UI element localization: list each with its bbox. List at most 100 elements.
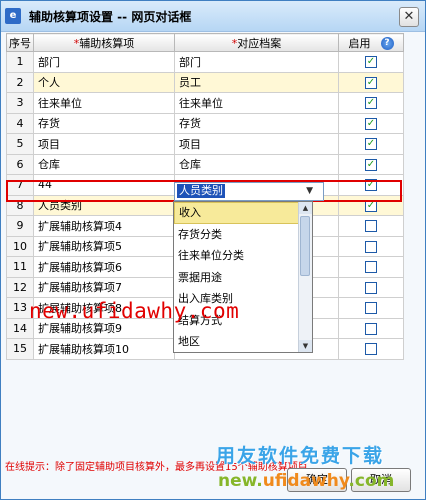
item-cell[interactable]: 44 (33, 174, 175, 196)
item-cell[interactable]: 往来单位 (33, 92, 175, 114)
enabled-checkbox[interactable]: ✓ (365, 97, 377, 110)
enabled-cell[interactable]: ✓ (338, 112, 404, 134)
item-cell[interactable]: 扩展辅助核算项6 (33, 256, 175, 278)
enabled-checkbox[interactable] (365, 220, 377, 233)
archive-dropdown-list[interactable]: 收入存货分类往来单位分类票据用途出入库类别结算方式地区账号 ▲ ▼ (173, 201, 313, 353)
archive-select-value: 人员类别 (177, 184, 225, 198)
enabled-checkbox[interactable] (365, 322, 377, 335)
col-archive-label: 对应档案 (237, 36, 282, 50)
row-index: 11 (6, 256, 34, 278)
enabled-checkbox[interactable]: ✓ (365, 76, 377, 89)
enabled-checkbox[interactable]: ✓ (365, 138, 377, 151)
dropdown-option[interactable]: 往来单位分类 (174, 245, 312, 267)
col-enabled-label: 启用 (348, 36, 371, 50)
item-cell[interactable]: 扩展辅助核算项10 (33, 338, 175, 360)
item-cell[interactable]: 扩展辅助核算项5 (33, 235, 175, 257)
brand-watermark: 用友软件免费下载 new.ufidawhy.com (216, 441, 421, 497)
dropdown-option[interactable]: 票据用途 (174, 267, 312, 289)
enabled-checkbox[interactable]: ✓ (365, 117, 377, 130)
enabled-cell[interactable]: ✓ (338, 194, 404, 216)
enabled-cell[interactable]: ✓ (338, 71, 404, 93)
archive-cell[interactable]: 项目 (174, 133, 339, 155)
enabled-checkbox[interactable]: ✓ (365, 199, 377, 212)
col-item-label: 辅助核算项 (79, 36, 135, 50)
enabled-cell[interactable] (338, 215, 404, 237)
enabled-checkbox[interactable]: ✓ (365, 179, 377, 192)
chevron-down-icon[interactable]: ▼ (306, 186, 313, 196)
enabled-checkbox[interactable] (365, 261, 377, 274)
dialog-title: 辅助核算项设置 -- 网页对话框 (29, 10, 192, 24)
archive-cell[interactable]: 存货 (174, 112, 339, 134)
row-index: 9 (6, 215, 34, 237)
brand-title: 用友软件免费下载 (216, 445, 385, 467)
enabled-cell[interactable]: ✓ (338, 51, 404, 73)
dialog-window: e 辅助核算项设置 -- 网页对话框 ✕ 序号 *辅助核算项 *对应档案 启用?… (0, 0, 426, 500)
enabled-cell[interactable] (338, 256, 404, 278)
enabled-checkbox[interactable]: ✓ (365, 56, 377, 69)
row-index: 5 (6, 133, 34, 155)
item-cell[interactable]: 存货 (33, 112, 175, 134)
enabled-cell[interactable] (338, 276, 404, 298)
col-archive-header: *对应档案 (174, 33, 339, 52)
enabled-cell[interactable]: ✓ (338, 174, 404, 196)
archive-cell[interactable]: 部门 (174, 51, 339, 73)
table-row[interactable]: 4 存货 存货 ✓ (6, 112, 404, 134)
scroll-down-icon[interactable]: ▼ (299, 340, 312, 352)
item-cell[interactable]: 部门 (33, 51, 175, 73)
table-row[interactable]: 2 个人 员工 ✓ (6, 71, 404, 93)
item-cell[interactable]: 人员类别 (33, 194, 175, 216)
enabled-checkbox[interactable] (365, 302, 377, 315)
col-index-header: 序号 (6, 33, 34, 52)
watermark-text: new.ufidawhy.com (29, 299, 240, 323)
row-index: 12 (6, 276, 34, 298)
archive-cell[interactable]: 员工 (174, 71, 339, 93)
brand-url: new.ufidawhy.com (218, 471, 394, 491)
enabled-checkbox[interactable] (365, 281, 377, 294)
enabled-checkbox[interactable] (365, 240, 377, 253)
brand-url-domain: ufidawhy (262, 471, 349, 491)
archive-cell[interactable]: 仓库 (174, 153, 339, 175)
enabled-checkbox[interactable]: ✓ (365, 158, 377, 171)
dropdown-option[interactable]: 地区 (174, 331, 312, 352)
enabled-cell[interactable] (338, 317, 404, 339)
help-icon[interactable]: ? (380, 37, 394, 50)
row-index: 4 (6, 112, 34, 134)
table-header-row: 序号 *辅助核算项 *对应档案 启用? (6, 33, 404, 52)
item-cell[interactable]: 扩展辅助核算项7 (33, 276, 175, 298)
enabled-cell[interactable]: ✓ (338, 92, 404, 114)
col-item-header: *辅助核算项 (33, 33, 175, 52)
dropdown-scrollbar[interactable]: ▲ ▼ (298, 202, 312, 352)
dropdown-option[interactable]: 账号 (174, 353, 312, 354)
item-cell[interactable]: 个人 (33, 71, 175, 93)
enabled-checkbox[interactable] (365, 343, 377, 356)
table-row[interactable]: 5 项目 项目 ✓ (6, 133, 404, 155)
enabled-cell[interactable] (338, 297, 404, 319)
row-index: 7 (6, 174, 34, 196)
table-row[interactable]: 1 部门 部门 ✓ (6, 51, 404, 73)
brand-url-suffix: .com (348, 471, 395, 491)
table-row[interactable]: 3 往来单位 往来单位 ✓ (6, 92, 404, 114)
close-button[interactable]: ✕ (399, 7, 419, 27)
row-index: 2 (6, 71, 34, 93)
scroll-thumb[interactable] (300, 216, 310, 276)
dropdown-option[interactable]: 存货分类 (174, 224, 312, 246)
enabled-cell[interactable] (338, 338, 404, 360)
table-row[interactable]: 6 仓库 仓库 ✓ (6, 153, 404, 175)
item-cell[interactable]: 扩展辅助核算项4 (33, 215, 175, 237)
item-cell[interactable]: 项目 (33, 133, 175, 155)
archive-select[interactable]: 人员类别 ▼ (174, 182, 324, 201)
row-index: 6 (6, 153, 34, 175)
col-enabled-header: 启用? (338, 33, 404, 52)
enabled-cell[interactable]: ✓ (338, 133, 404, 155)
dropdown-option[interactable]: 收入 (174, 202, 312, 224)
row-index: 10 (6, 235, 34, 257)
row-index: 3 (6, 92, 34, 114)
title-bar[interactable]: e 辅助核算项设置 -- 网页对话框 ✕ (1, 1, 425, 32)
dialog-icon: e (5, 8, 21, 24)
enabled-cell[interactable] (338, 235, 404, 257)
archive-cell[interactable]: 往来单位 (174, 92, 339, 114)
enabled-cell[interactable]: ✓ (338, 153, 404, 175)
brand-url-prefix: new. (218, 471, 263, 491)
item-cell[interactable]: 仓库 (33, 153, 175, 175)
scroll-up-icon[interactable]: ▲ (299, 202, 312, 214)
